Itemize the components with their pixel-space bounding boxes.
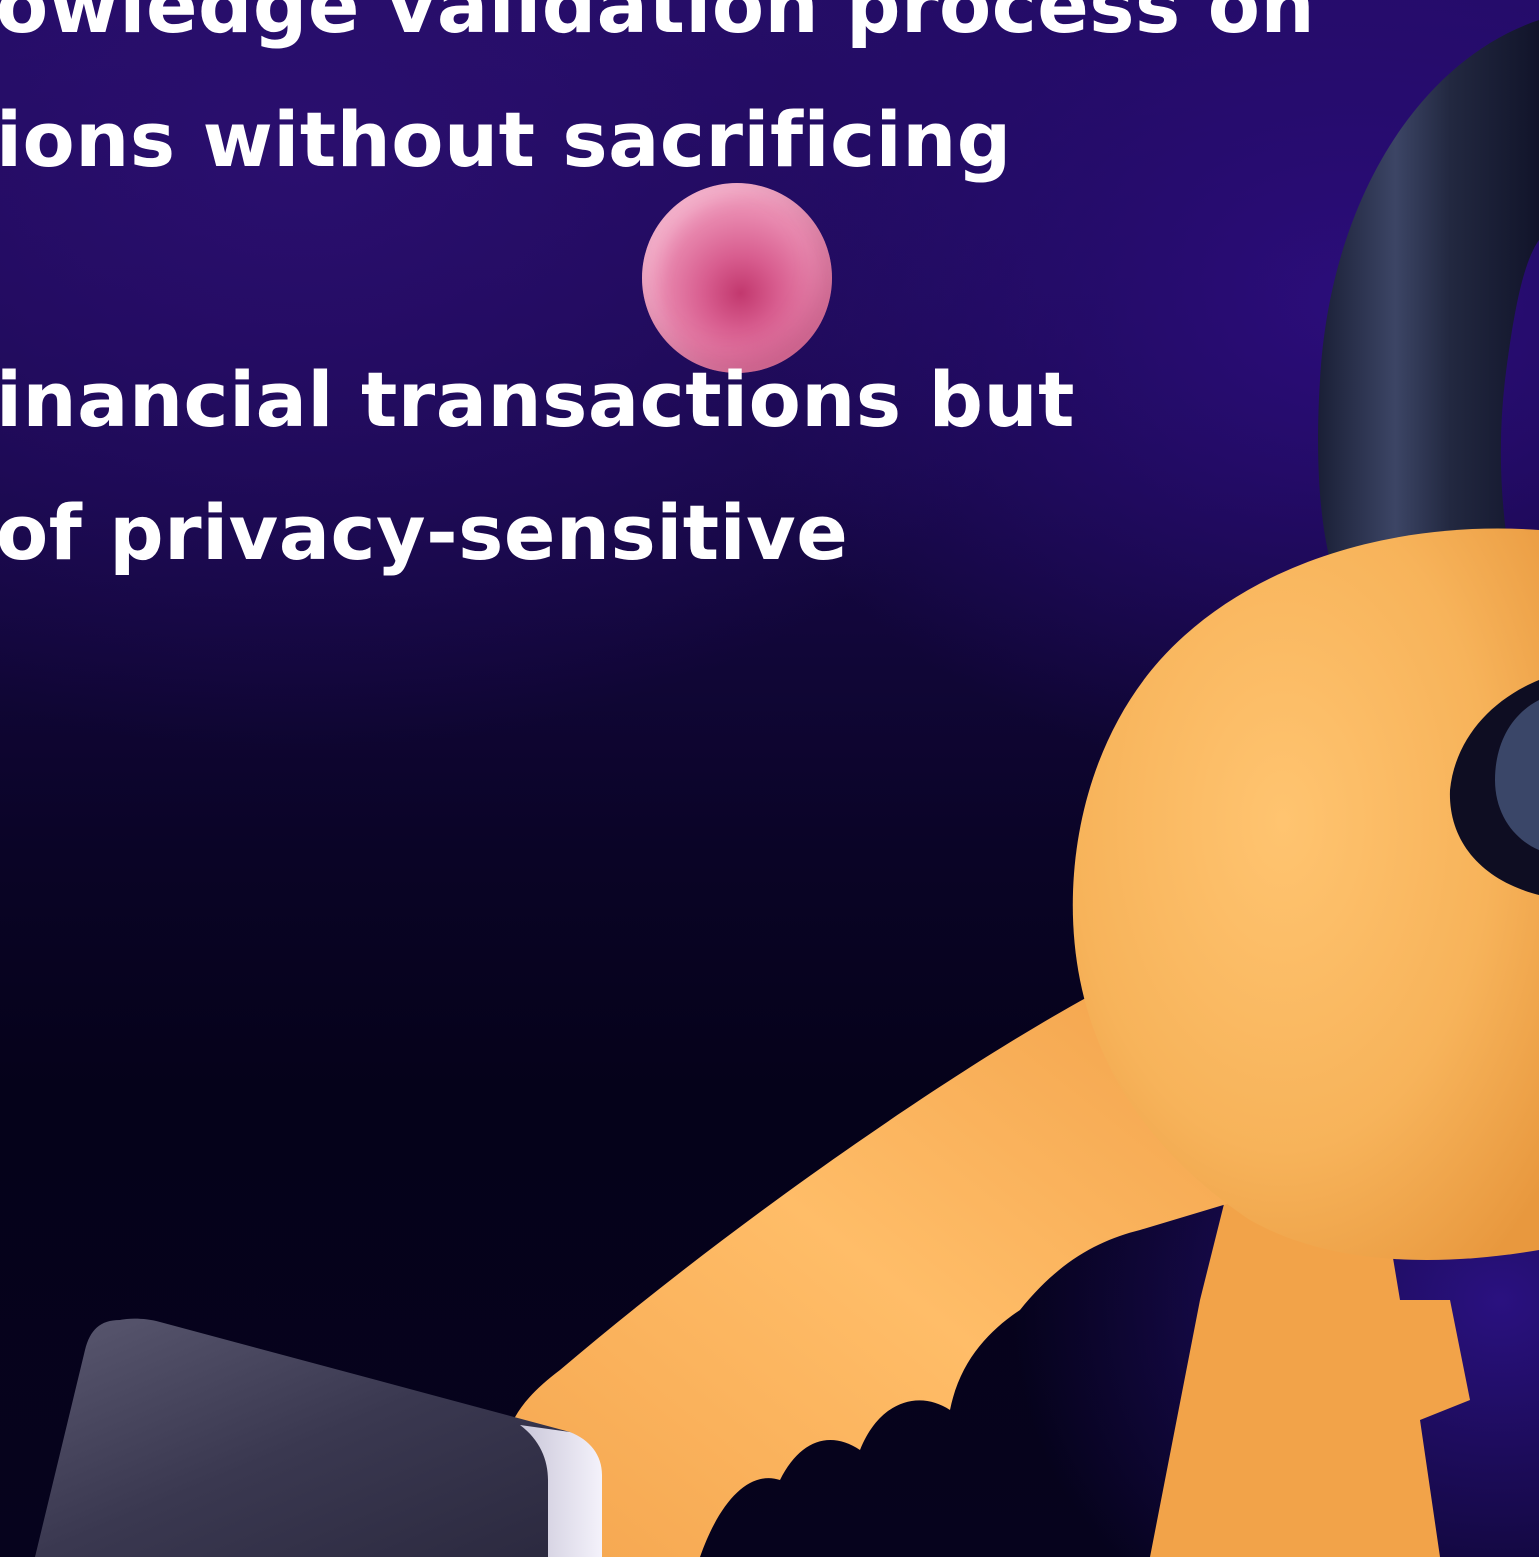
hero-banner: owledge validation process on ions witho… — [0, 0, 1539, 1557]
block-shape — [35, 1318, 600, 1557]
headline-line-1: owledge validation process on — [0, 0, 1316, 50]
pink-sphere — [642, 183, 832, 373]
key-ring-shape — [1318, 20, 1539, 560]
headline-line-4: of privacy-sensitive — [0, 488, 849, 577]
headline-line-2: ions without sacrificing — [0, 95, 1012, 184]
headline-line-3: inancial transactions but — [0, 355, 1075, 444]
